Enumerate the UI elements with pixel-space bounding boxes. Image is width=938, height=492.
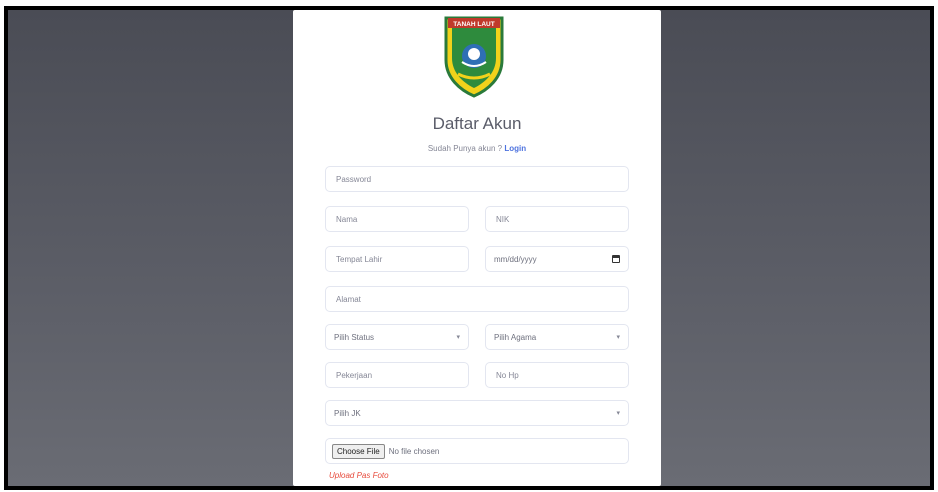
chevron-down-icon: ▾ [456, 334, 460, 341]
login-link[interactable]: Login [504, 144, 526, 153]
nama-field[interactable] [325, 206, 469, 232]
jk-select-value: Pilih JK [334, 408, 361, 418]
login-prompt-text: Sudah Punya akun ? [427, 144, 505, 153]
photo-file-input[interactable]: Choose File No file chosen [325, 438, 629, 464]
nik-field[interactable] [485, 206, 629, 232]
chevron-down-icon: ▾ [616, 410, 620, 417]
no-hp-input[interactable] [494, 369, 620, 381]
pekerjaan-field[interactable] [325, 362, 469, 388]
agama-select-value: Pilih Agama [494, 332, 537, 342]
password-input[interactable] [334, 173, 620, 185]
upload-error-message: Upload Pas Foto [329, 471, 389, 480]
nik-input[interactable] [494, 213, 620, 225]
page-background: TANAH LAUT Daftar Akun Sudah Punya akun … [8, 10, 930, 486]
alamat-field[interactable] [325, 286, 629, 312]
chevron-down-icon: ▾ [616, 334, 620, 341]
status-select[interactable]: Pilih Status ▾ [325, 324, 469, 350]
calendar-icon[interactable] [612, 255, 620, 263]
no-hp-field[interactable] [485, 362, 629, 388]
nama-input[interactable] [334, 213, 460, 225]
jk-select[interactable]: Pilih JK ▾ [325, 400, 629, 426]
pekerjaan-input[interactable] [334, 369, 460, 381]
agama-select[interactable]: Pilih Agama ▾ [485, 324, 629, 350]
tanggal-lahir-field[interactable]: mm/dd/yyyy [485, 246, 629, 272]
password-field[interactable] [325, 166, 629, 192]
page-title: Daftar Akun [432, 114, 522, 133]
status-select-value: Pilih Status [334, 332, 375, 342]
tempat-lahir-input[interactable] [334, 253, 460, 265]
login-prompt: Sudah Punya akun ? Login [293, 144, 661, 153]
tanggal-lahir-value: mm/dd/yyyy [494, 254, 537, 264]
file-status: No file chosen [388, 446, 440, 456]
choose-file-button[interactable]: Choose File [332, 443, 385, 459]
alamat-input[interactable] [334, 293, 620, 305]
logo-text: TANAH LAUT [453, 21, 494, 28]
register-card: TANAH LAUT Daftar Akun Sudah Punya akun … [293, 10, 661, 486]
tanah-laut-logo: TANAH LAUT [444, 16, 504, 98]
tempat-lahir-field[interactable] [325, 246, 469, 272]
